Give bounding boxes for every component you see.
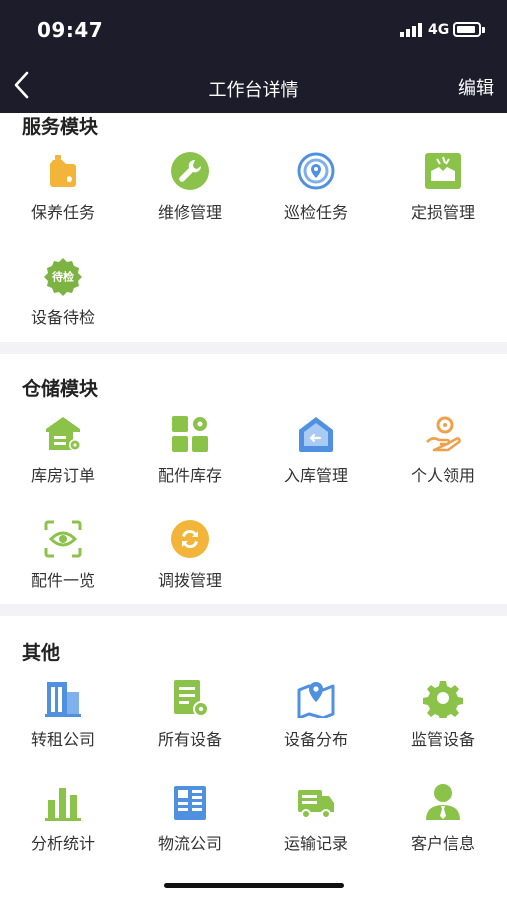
status-time: 09:47 xyxy=(37,18,104,42)
top-bar: 09:47 4G 工作台详情 编辑 xyxy=(0,0,507,113)
warehouse-inbound-icon xyxy=(299,417,333,452)
tile-label: 个人领用 xyxy=(410,466,475,485)
gear-icon xyxy=(423,681,463,718)
tile-label: 转租公司 xyxy=(30,730,95,749)
tile-supervised-devices[interactable]: 监管设备 xyxy=(380,678,506,774)
battery-icon xyxy=(453,22,481,37)
tile-sublease-company[interactable]: 转租公司 xyxy=(0,678,126,774)
tile-label: 设备分布 xyxy=(283,730,348,749)
signal-icon xyxy=(400,23,422,37)
tile-parts-overview[interactable]: 配件一览 xyxy=(0,519,126,615)
tile-personal-requisition[interactable]: 个人领用 xyxy=(380,414,506,510)
tile-label: 配件一览 xyxy=(30,571,95,590)
truck-icon xyxy=(298,790,334,819)
eye-scan-icon xyxy=(44,520,82,558)
building-icon xyxy=(45,682,81,717)
tile-label: 监管设备 xyxy=(410,730,475,749)
section-title-warehouse: 仓储模块 xyxy=(22,378,99,400)
tile-maintenance-task[interactable]: 保养任务 xyxy=(0,151,126,247)
section-divider xyxy=(0,342,507,354)
broken-box-icon xyxy=(425,153,461,189)
tile-pending-inspection[interactable]: 待检 设备待检 xyxy=(0,256,126,352)
section-title-service: 服务模块 xyxy=(22,116,99,138)
map-pin-icon xyxy=(297,682,335,718)
wrench-icon xyxy=(171,152,209,190)
tile-label: 设备待检 xyxy=(30,308,95,327)
tile-label: 调拨管理 xyxy=(157,571,222,590)
tile-patrol-task[interactable]: 巡检任务 xyxy=(253,151,379,247)
tile-label: 库房订单 xyxy=(30,466,95,485)
tile-damage-assessment[interactable]: 定损管理 xyxy=(380,151,506,247)
tile-customer-info[interactable]: 客户信息 xyxy=(380,782,506,878)
transfer-cycle-icon xyxy=(171,520,209,558)
tile-label: 客户信息 xyxy=(410,834,475,853)
tile-label: 所有设备 xyxy=(157,730,222,749)
edit-button[interactable]: 编辑 xyxy=(458,74,494,100)
tile-label: 维修管理 xyxy=(157,203,222,222)
tile-label: 分析统计 xyxy=(30,834,95,853)
page-title: 工作台详情 xyxy=(208,80,299,101)
tile-logistics-company[interactable]: 物流公司 xyxy=(127,782,253,878)
tile-label: 入库管理 xyxy=(283,466,348,485)
oil-can-icon xyxy=(50,155,76,187)
office-building-icon xyxy=(174,786,206,820)
section-title-other: 其他 xyxy=(22,642,61,664)
tile-analytics[interactable]: 分析统计 xyxy=(0,782,126,878)
warehouse-gear-icon xyxy=(46,417,81,451)
tile-transport-records[interactable]: 运输记录 xyxy=(253,782,379,878)
home-indicator[interactable] xyxy=(164,883,344,888)
tile-label: 物流公司 xyxy=(157,834,222,853)
tile-inbound-management[interactable]: 入库管理 xyxy=(253,414,379,510)
tile-label: 保养任务 xyxy=(30,203,95,222)
tile-label: 巡检任务 xyxy=(283,203,348,222)
tile-parts-inventory[interactable]: 配件库存 xyxy=(127,414,253,510)
section-divider xyxy=(0,604,507,616)
device-doc-icon xyxy=(174,680,209,717)
tile-label: 定损管理 xyxy=(410,203,475,222)
tile-device-distribution[interactable]: 设备分布 xyxy=(253,678,379,774)
bar-chart-icon xyxy=(45,788,81,821)
location-target-icon xyxy=(297,152,335,190)
tile-label: 配件库存 xyxy=(157,466,222,485)
tile-label: 运输记录 xyxy=(283,834,348,853)
person-icon xyxy=(426,784,460,820)
tile-all-devices[interactable]: 所有设备 xyxy=(127,678,253,774)
tile-warehouse-order[interactable]: 库房订单 xyxy=(0,414,126,510)
parts-grid-icon xyxy=(172,416,208,452)
network-type: 4G xyxy=(428,22,450,38)
tile-repair-management[interactable]: 维修管理 xyxy=(127,151,253,247)
hand-gear-icon xyxy=(426,416,461,452)
tile-transfer-management[interactable]: 调拨管理 xyxy=(127,519,253,615)
badge-text: 待检 xyxy=(51,270,74,284)
pending-inspection-badge-icon: 待检 xyxy=(44,258,82,296)
